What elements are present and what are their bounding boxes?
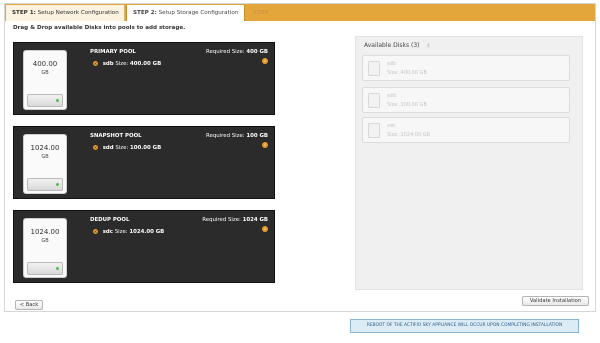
required-size-label: Required Size:: [206, 133, 245, 139]
check-circle-icon: ✓: [262, 226, 268, 232]
sort-arrow-icon[interactable]: ⇕: [426, 43, 430, 49]
available-disks-title: Available Disks (3) ⇕: [364, 42, 431, 49]
available-disk-name: sdd: [387, 93, 396, 99]
dedup-pool[interactable]: 1024.00 GB DEDUP POOL Required Size: 102…: [13, 210, 275, 283]
tab-step-2-label: Setup Storage Configuration: [158, 10, 239, 16]
pool-required-size: Required Size: 400 GB: [206, 49, 268, 55]
setup-wizard-panel: STEP 1: Setup Network Configuration STEP…: [4, 3, 596, 312]
drive-capacity: 400.00: [32, 60, 58, 68]
pool-name: DEDUP POOL: [90, 217, 130, 223]
remove-x-icon[interactable]: ×: [93, 229, 98, 234]
drive-unit: GB: [41, 238, 49, 244]
hard-drive-icon: 400.00 GB: [23, 50, 67, 110]
available-disk-name: sdc: [387, 123, 396, 129]
pool-disk-entry: × sdd Size: 100.00 GB: [93, 145, 161, 151]
pool-required-size: Required Size: 100 GB: [206, 133, 268, 139]
pool-disk-size-label: Size:: [115, 145, 129, 151]
pool-disk-size-value: 1024.00 GB: [129, 229, 165, 235]
available-disk-name: sdb: [387, 61, 396, 67]
available-disk-item[interactable]: sdc Size: 1024.00 GB: [362, 117, 570, 143]
available-disk-size: Size: 400.00 GB: [387, 70, 427, 76]
tab-step-1[interactable]: STEP 1: Setup Network Configuration: [6, 5, 125, 21]
tab-step-1-label: Setup Network Configuration: [37, 10, 119, 16]
available-disk-size: Size: 1024.00 GB: [387, 132, 431, 138]
pool-disk-size-value: 100.00 GB: [129, 145, 162, 151]
available-disk-item[interactable]: sdb Size: 400.00 GB: [362, 55, 570, 81]
available-disks-panel: Available Disks (3) ⇕ sdb Size: 400.00 G…: [355, 36, 583, 290]
tab-step-2-number: STEP 2:: [133, 10, 157, 16]
pool-disk-name: sdc: [102, 229, 113, 235]
pool-disk-name: sdb: [102, 61, 114, 67]
remove-x-icon[interactable]: ×: [93, 61, 98, 66]
drive-unit: GB: [41, 154, 49, 160]
pool-disk-size-label: Size:: [115, 61, 129, 67]
drive-unit: GB: [41, 70, 49, 76]
tab-step-3[interactable]: STEP: [247, 5, 397, 21]
tab-step-2[interactable]: STEP 2: Setup Storage Configuration: [126, 5, 245, 21]
available-disks-label: Available Disks (3): [364, 42, 420, 49]
drive-capacity: 1024.00: [30, 144, 60, 152]
tab-step-1-number: STEP 1:: [12, 10, 36, 16]
drive-bay: [27, 262, 63, 275]
hard-drive-icon: 1024.00 GB: [23, 218, 67, 278]
remove-x-icon[interactable]: ×: [93, 145, 98, 150]
pool-disk-size-label: Size:: [114, 229, 128, 235]
instructions-text: Drag & Drop available Disks into pools t…: [13, 25, 186, 31]
disk-icon: [368, 93, 380, 108]
drive-led: [56, 183, 59, 186]
required-size-value: 1024 GB: [242, 217, 268, 223]
reboot-notice: REBOOT OF THE ACTIFIO SKY APPLIANCE WILL…: [350, 319, 579, 333]
required-size-value: 100 GB: [246, 133, 268, 139]
available-disk-item[interactable]: sdd Size: 100.00 GB: [362, 87, 570, 113]
drive-bay: [27, 94, 63, 107]
check-circle-icon: ✓: [262, 142, 268, 148]
pool-name: PRIMARY POOL: [90, 49, 136, 55]
available-disk-size: Size: 100.00 GB: [387, 102, 427, 108]
pool-disk-name: sdd: [102, 145, 114, 151]
pool-name: SNAPSHOT POOL: [90, 133, 142, 139]
check-circle-icon: ✓: [262, 58, 268, 64]
drive-bay: [27, 178, 63, 191]
snapshot-pool[interactable]: 1024.00 GB SNAPSHOT POOL Required Size: …: [13, 126, 275, 199]
wizard-tab-bar: STEP 1: Setup Network Configuration STEP…: [5, 4, 595, 21]
drive-led: [56, 99, 59, 102]
drive-capacity: 1024.00: [30, 228, 60, 236]
drive-led: [56, 267, 59, 270]
back-button[interactable]: < Back: [15, 300, 43, 310]
required-size-label: Required Size:: [206, 49, 245, 55]
disk-icon: [368, 61, 380, 76]
required-size-value: 400 GB: [246, 49, 268, 55]
disk-icon: [368, 123, 380, 138]
tab-step-3-number: STEP: [253, 10, 269, 16]
pool-disk-size-value: 400.00 GB: [129, 61, 162, 67]
pool-required-size: Required Size: 1024 GB: [202, 217, 268, 223]
required-size-label: Required Size:: [202, 217, 241, 223]
pool-disk-entry: × sdb Size: 400.00 GB: [93, 61, 161, 67]
hard-drive-icon: 1024.00 GB: [23, 134, 67, 194]
pool-disk-entry: × sdc Size: 1024.00 GB: [93, 229, 164, 235]
validate-installation-button[interactable]: Validate Installation: [522, 296, 589, 306]
primary-pool[interactable]: 400.00 GB PRIMARY POOL Required Size: 40…: [13, 42, 275, 115]
